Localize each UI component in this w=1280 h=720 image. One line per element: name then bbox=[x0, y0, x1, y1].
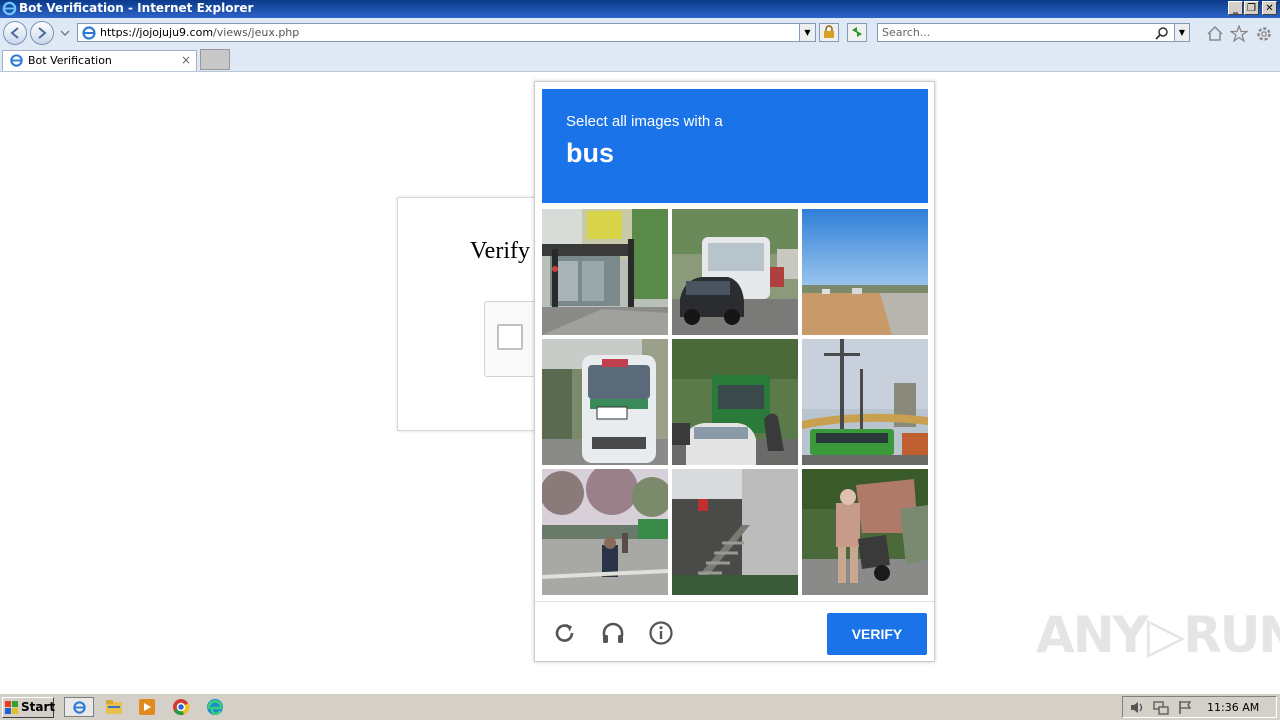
network-icon[interactable] bbox=[1153, 700, 1169, 715]
reload-icon[interactable] bbox=[552, 620, 578, 646]
edge-icon[interactable] bbox=[204, 697, 226, 717]
tab-strip: Bot Verification × bbox=[0, 48, 1280, 72]
home-icon[interactable] bbox=[1206, 25, 1224, 42]
captcha-tile-3[interactable] bbox=[802, 209, 928, 335]
navigation-bar: https://jojojuju9.com/views/jeux.php ▼ S… bbox=[0, 18, 1280, 48]
forward-arrow-icon bbox=[38, 27, 47, 39]
search-dropdown-button[interactable]: ▼ bbox=[1174, 24, 1189, 41]
ie-taskbar-icon bbox=[73, 701, 86, 714]
captcha-tile-1[interactable] bbox=[542, 209, 668, 335]
captcha-tile-8[interactable] bbox=[672, 469, 798, 595]
captcha-tile-2[interactable] bbox=[672, 209, 798, 335]
challenge-header: Select all images with a bus bbox=[542, 89, 928, 203]
search-icon[interactable] bbox=[1155, 26, 1169, 40]
file-explorer-icon[interactable] bbox=[103, 697, 125, 717]
watermark: ANY▷RUN bbox=[1036, 606, 1280, 664]
favorites-star-icon[interactable] bbox=[1230, 25, 1248, 42]
url-text: https://jojojuju9.com/views/jeux.php bbox=[100, 26, 300, 39]
action-center-flag-icon[interactable] bbox=[1177, 700, 1193, 715]
challenge-target: bus bbox=[566, 138, 615, 168]
ie-page-icon bbox=[82, 26, 96, 40]
taskbar: Start 11:36 AM bbox=[0, 693, 1280, 720]
challenge-instruction: Select all images with a bbox=[566, 113, 723, 130]
window-title: Bot Verification - Internet Explorer bbox=[19, 1, 254, 15]
lock-button[interactable] bbox=[819, 23, 839, 42]
trees-plaza-image bbox=[542, 469, 668, 595]
captcha-checkbox[interactable] bbox=[497, 324, 523, 350]
minibus-front-image bbox=[542, 339, 668, 465]
lock-icon bbox=[824, 25, 834, 38]
tab-label: Bot Verification bbox=[28, 54, 112, 67]
person-scooter-image bbox=[802, 469, 928, 595]
bus-stop-image bbox=[542, 209, 668, 335]
refresh-button[interactable] bbox=[847, 23, 867, 42]
verify-button[interactable]: VERIFY bbox=[827, 613, 927, 655]
system-tray: 11:36 AM bbox=[1122, 696, 1277, 718]
verify-heading: Verify bbox=[470, 238, 530, 264]
address-dropdown-button[interactable]: ▼ bbox=[799, 24, 815, 41]
challenge-footer: VERIFY bbox=[535, 601, 934, 662]
tab-bot-verification[interactable]: Bot Verification × bbox=[2, 50, 197, 71]
new-tab-button[interactable] bbox=[200, 49, 230, 70]
start-label: Start bbox=[21, 700, 56, 714]
clock: 11:36 AM bbox=[1207, 701, 1260, 714]
chrome-icon[interactable] bbox=[170, 697, 192, 717]
captcha-tile-5[interactable] bbox=[672, 339, 798, 465]
refresh-icon bbox=[852, 27, 862, 37]
search-placeholder: Search... bbox=[882, 26, 931, 39]
captcha-challenge-popup: Select all images with a bus VERIFY bbox=[534, 81, 935, 662]
taskbar-ie-button[interactable] bbox=[64, 697, 94, 717]
stairway-building-image bbox=[672, 469, 798, 595]
back-arrow-icon bbox=[10, 27, 19, 39]
start-button[interactable]: Start bbox=[2, 697, 56, 718]
captcha-tile-6[interactable] bbox=[802, 339, 928, 465]
search-box[interactable]: Search... ▼ bbox=[877, 23, 1190, 42]
forward-button[interactable] bbox=[30, 21, 54, 45]
restore-button[interactable]: ❐ bbox=[1244, 1, 1259, 15]
captcha-tile-7[interactable] bbox=[542, 469, 668, 595]
tab-close-button[interactable]: × bbox=[181, 53, 191, 67]
address-bar[interactable]: https://jojojuju9.com/views/jeux.php ▼ bbox=[77, 23, 816, 42]
window-title-bar: Bot Verification - Internet Explorer _ ❐… bbox=[0, 0, 1280, 18]
gear-icon[interactable] bbox=[1255, 25, 1273, 43]
windows-logo-icon bbox=[5, 701, 18, 714]
back-button[interactable] bbox=[3, 21, 27, 45]
info-icon[interactable] bbox=[648, 620, 674, 646]
captcha-tile-9[interactable] bbox=[802, 469, 928, 595]
audio-icon[interactable] bbox=[600, 620, 626, 646]
captcha-tile-4[interactable] bbox=[542, 339, 668, 465]
ie-tab-icon bbox=[10, 54, 23, 67]
green-bus-traffic-image bbox=[672, 339, 798, 465]
ie-logo-icon bbox=[2, 1, 17, 16]
volume-icon[interactable] bbox=[1129, 700, 1145, 715]
empty-road-image bbox=[802, 209, 928, 335]
history-dropdown-icon[interactable] bbox=[60, 29, 70, 37]
green-bus-bridge-image bbox=[802, 339, 928, 465]
media-player-icon[interactable] bbox=[136, 697, 158, 717]
bus-behind-car-image bbox=[672, 209, 798, 335]
close-window-button[interactable]: ✕ bbox=[1262, 1, 1277, 15]
minimize-button[interactable]: _ bbox=[1228, 1, 1243, 15]
